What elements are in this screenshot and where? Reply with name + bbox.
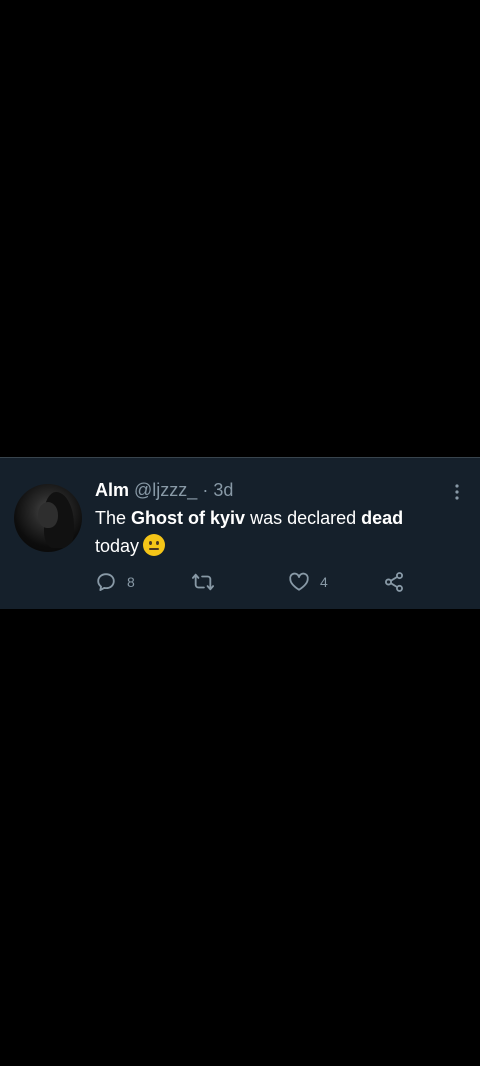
tweet-actions: 8 4 [95,570,425,594]
neutral-face-emoji-icon [143,534,166,556]
retweet-button[interactable] [191,570,225,594]
user-handle[interactable]: @ljzzz_ [134,480,197,500]
separator-dot: · [202,480,209,500]
heart-icon [288,571,310,593]
tweet-text: The Ghost of kyiv was declared dead toda… [95,504,445,560]
tweet-text-part-1: The [95,508,132,528]
reply-count: 8 [127,574,135,590]
timestamp[interactable]: 3d [213,480,233,500]
tweet-body: Alm @ljzzz_ · 3d The Ghost of kyiv was d… [95,478,445,560]
like-count: 4 [320,574,328,590]
share-icon [383,571,405,593]
reply-icon [95,571,117,593]
tweet-text-part-3: was declared [245,508,362,528]
avatar[interactable] [14,484,82,552]
screen: Alm @ljzzz_ · 3d The Ghost of kyiv was d… [0,0,480,1066]
retweet-icon [191,571,215,593]
tweet-text-bold-dead: dead [361,508,404,528]
tweet-card[interactable]: Alm @ljzzz_ · 3d The Ghost of kyiv was d… [0,457,480,609]
display-name[interactable]: Alm [95,480,129,500]
tweet-header: Alm @ljzzz_ · 3d [95,478,445,502]
avatar-face [38,502,58,528]
share-button[interactable] [383,570,405,594]
more-vertical-icon[interactable] [452,482,462,502]
tweet-text-part-5: today [95,536,140,556]
like-button[interactable]: 4 [288,570,328,594]
tweet-text-bold-ghost: Ghost of kyiv [131,508,246,528]
reply-button[interactable]: 8 [95,570,135,594]
